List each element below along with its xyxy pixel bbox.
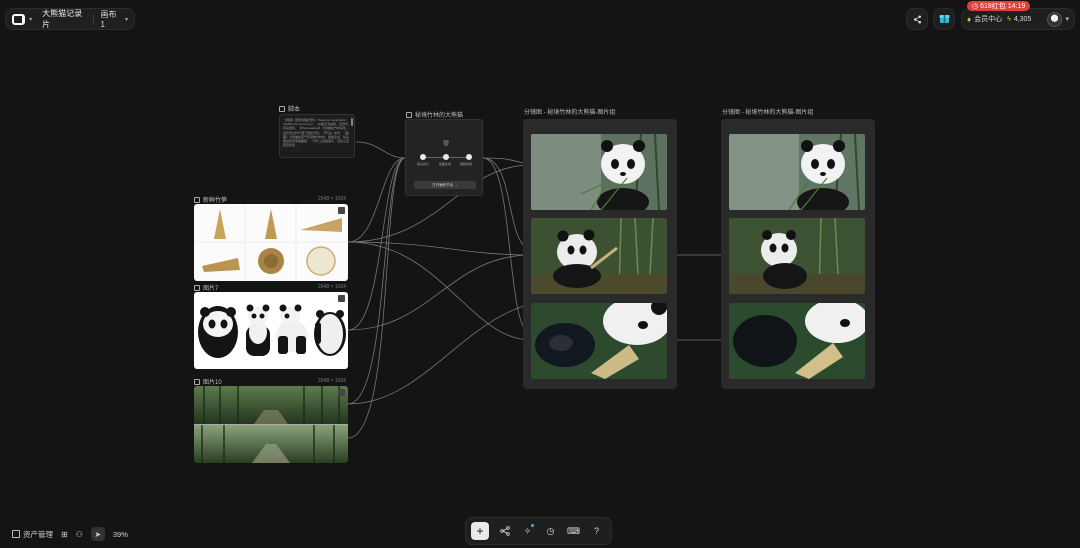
bamboo-label-text: 新鲜竹笋 (203, 198, 228, 204)
logo-icon[interactable] (12, 13, 26, 25)
gift-store-icon (939, 15, 949, 23)
panda-closeup-bamboo-image (531, 303, 667, 379)
storyboard-frame-3[interactable] (729, 303, 865, 379)
promo-badge[interactable]: ◷ 618红包 14:19 (967, 1, 1031, 11)
project-title[interactable]: 大熊猫记录片 (42, 8, 85, 30)
clock-icon: ◷ (972, 3, 979, 10)
image-dimensions: 2048 × 1024 (318, 284, 346, 290)
vip-icon: ♦ (967, 14, 972, 24)
canvas-name[interactable]: 画布 1 (100, 9, 121, 29)
image-icon (194, 196, 200, 203)
cursor-icon[interactable]: ➤ (90, 527, 105, 541)
step-label: 画面生成 (439, 162, 452, 166)
workflow-label-text: 秘境竹林的大熊猫 (415, 113, 464, 119)
history-icon[interactable]: ◷ (543, 524, 558, 539)
avatar[interactable] (1047, 11, 1063, 27)
scrollbar[interactable] (351, 118, 353, 126)
divider (92, 13, 94, 25)
step-label: 视频生成 (460, 162, 473, 166)
image-icon (194, 378, 200, 385)
open-canvas-node-button[interactable]: 打开画布节点 → (414, 181, 476, 189)
account-bar[interactable]: ♦ 会员中心 ϟ 4,305 ▾ (961, 8, 1075, 30)
chevron-down-icon[interactable]: ▾ (125, 16, 128, 23)
credits-count: 4,305 (1013, 15, 1032, 23)
storyboard-frame-2[interactable] (729, 218, 865, 294)
image-dimensions: 2048 × 1024 (318, 378, 346, 384)
script-text: 【视频】国家地理纪录片《National Geographic Wildlife… (283, 118, 352, 148)
chevron-down-icon[interactable]: ▾ (1065, 15, 1069, 23)
share-icon (913, 15, 921, 23)
project-menu[interactable]: ▾ 大熊猫记录片 画布 1 ▾ (5, 8, 135, 30)
bamboo-node-label: 新鲜竹笋 (194, 195, 227, 204)
store-button[interactable] (933, 8, 955, 30)
panda-label-text: 图片7 (203, 286, 219, 292)
panda-closeup-bamboo-image (729, 303, 865, 379)
people-icon[interactable]: ⚇ (76, 530, 83, 539)
magic-icon[interactable]: ✧ (520, 523, 535, 539)
lightning-icon: ϟ (1007, 15, 1011, 23)
help-icon[interactable]: ? (589, 524, 604, 539)
forest-label-text: 图片10 (203, 380, 222, 386)
script-node[interactable]: 【视频】国家地理纪录片《National Geographic Wildlife… (279, 114, 355, 158)
bamboo-image-node[interactable] (194, 204, 348, 281)
storyboard-frame-1[interactable] (729, 134, 865, 210)
expand-button[interactable] (338, 295, 345, 302)
panda-image-node[interactable] (194, 292, 348, 369)
add-icon[interactable]: + (471, 522, 489, 540)
panda-node-label: 图片7 (194, 283, 218, 292)
storyboard-b-node[interactable] (721, 119, 875, 389)
expand-button[interactable] (338, 389, 345, 396)
storyboard-frame-2[interactable] (531, 218, 667, 294)
storyboard-b-label: 分镜图 - 秘境竹林的大熊猫-图片组 (722, 110, 814, 116)
image-dimensions: 2048 × 1024 (318, 196, 346, 202)
script-node-label: 脚本 (279, 104, 300, 113)
asset-manager-button[interactable]: 资产管理 (12, 529, 53, 540)
panda-in-bamboo-mist-image (531, 134, 667, 210)
image-icon (194, 284, 200, 291)
storyboard-frame-1[interactable] (531, 134, 667, 210)
zoom-level[interactable]: 39% (113, 530, 128, 539)
asset-manager-label: 资产管理 (23, 529, 53, 539)
bamboo-forest-image (194, 386, 348, 463)
panda-eating-bamboo-image (531, 218, 667, 294)
document-icon (279, 105, 285, 112)
keyboard-icon[interactable]: ⌨ (566, 524, 581, 539)
workflow-steps (420, 154, 472, 160)
workflow-node-label: 秘境竹林的大熊猫 (406, 110, 463, 119)
workflow-icon[interactable] (497, 524, 512, 539)
expand-button[interactable] (338, 207, 345, 214)
bamboo-shoots-image (194, 204, 348, 281)
forest-node-label: 图片10 (194, 377, 222, 386)
step-dot (443, 154, 449, 160)
panda-poses-image (198, 304, 346, 358)
infinite-canvas[interactable]: ▾ 大熊猫记录片 画布 1 ▾ ◷ 618红包 14:19 ♦ 会员中心 ϟ 4… (0, 0, 1080, 548)
stack-icon (443, 140, 449, 146)
share-button[interactable] (906, 8, 928, 30)
chevron-down-icon[interactable]: ▾ (29, 16, 32, 23)
storyboard-frame-3[interactable] (531, 303, 667, 379)
bottom-left-toolbar: 资产管理 ⊞ ⚇ ➤ 39% (12, 527, 128, 541)
step-label: 镜头拆分 (417, 162, 430, 166)
panda-in-bamboo-mist-image (729, 134, 865, 210)
member-center-link[interactable]: 会员中心 (974, 14, 1002, 24)
workflow-node[interactable]: 镜头拆分 画面生成 视频生成 打开画布节点 → (405, 119, 483, 196)
bottom-dock: + ✧ ◷ ⌨ ? (465, 517, 612, 545)
script-label-text: 脚本 (288, 107, 301, 113)
sidebar-icon (12, 530, 20, 538)
forest-image-node[interactable] (194, 386, 348, 463)
workflow-icon (406, 111, 412, 118)
step-dot (466, 154, 472, 160)
storyboard-a-label: 分镜图 - 秘境竹林的大熊猫-图片组 (524, 110, 616, 116)
grid-icon[interactable]: ⊞ (61, 530, 68, 539)
promo-text: 618红包 14:19 (980, 3, 1026, 10)
step-dot (420, 154, 426, 160)
storyboard-a-node[interactable] (523, 119, 677, 389)
panda-eating-bamboo-image (729, 218, 865, 294)
